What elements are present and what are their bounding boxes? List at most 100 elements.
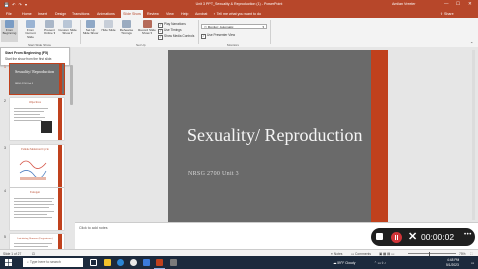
editor-scrollbar[interactable] [472,50,475,220]
slide-thumbnail-2[interactable]: Objectives [10,98,64,140]
cancel-recording-icon[interactable]: ✕ [408,230,417,243]
slide-thumbnail-4[interactable]: Estrogen [10,188,64,230]
collapse-ribbon-icon[interactable]: ⌃ [470,41,473,46]
tab-insert[interactable]: Insert [38,12,47,16]
edge-icon[interactable] [117,259,124,266]
thumbnail-title: Female Menstrual Cycle [21,148,49,151]
slide-counter: Slide 1 of 27 [3,251,22,256]
stop-icon[interactable] [376,233,383,240]
tab-file[interactable]: File [6,12,12,16]
tab-animations[interactable]: Animations [97,12,115,16]
tab-slide-show[interactable]: Slide Show [121,10,143,18]
share-button[interactable]: ⇧ Share [440,12,454,16]
accessibility-icon[interactable]: ⊡ [32,252,35,256]
windows-taskbar: ⌕ Type here to search ☁ 59°F Cloudy ⌃ ▭ … [0,256,478,269]
rehearse-timings-button[interactable]: Rehearse Timings [117,20,136,36]
from-beginning-button[interactable]: From Beginning [1,20,18,42]
tab-design[interactable]: Design [55,12,66,16]
setup-icon [86,20,95,28]
clock-date[interactable]: 5/1/2023 [446,263,459,267]
tab-home[interactable]: Home [22,12,32,16]
zoom-slider-thumb[interactable] [429,251,431,256]
weather-widget[interactable]: ☁ 59°F Cloudy [333,261,355,265]
thumbnail-title: Luteinizing Hormone (Progesterone) [17,237,53,240]
set-up-slide-show-button[interactable]: Set Up Slide Show [82,20,99,36]
zoom-slider[interactable] [408,253,456,254]
record-icon [142,20,152,28]
system-tray-icons[interactable]: ⌃ ▭ ◊ ♪ [374,261,386,265]
fit-to-window-icon[interactable]: ⛶ [470,252,472,256]
notification-icon[interactable]: ▭ [471,261,474,265]
tell-me-search[interactable]: ♀ Tell me what you want to do [213,12,261,16]
recording-timer: 00:00:02 [421,232,455,242]
more-options-icon[interactable]: ••• [464,232,472,238]
clock-time[interactable]: 4:48 PM [447,258,459,262]
slideshow-start-icon [5,20,14,28]
comments-button[interactable]: ▭ Comments [351,252,371,256]
tooltip-body: Start the show from the first slide. [5,57,53,61]
tab-help[interactable]: Help [181,12,188,16]
ribbon-tabs: File Home Insert Design Transitions Anim… [0,9,478,18]
file-explorer-icon[interactable] [104,259,111,266]
pause-icon[interactable] [391,231,402,243]
thumbnail-number: 2 [4,99,6,103]
tab-review[interactable]: Review [147,12,159,16]
chrome-icon[interactable] [130,259,137,266]
title-bar: 💾 ↶ ↷ ▾ Unit 3 PPT_Sexuality & Reproduct… [0,0,478,9]
current-slide[interactable]: Sexuality/ Reproduction NRSG 2700 Unit 3 [168,50,388,222]
windows-start-icon[interactable] [5,259,12,266]
slide-subtitle[interactable]: NRSG 2700 Unit 3 [188,171,239,177]
user-name[interactable]: Amilan Vreeler [392,2,415,6]
thumbnail-number: 3 [4,146,6,150]
tab-transitions[interactable]: Transitions [72,12,89,16]
thumbnail-number: 4 [4,189,6,193]
group-separator [270,20,271,44]
slide-thumbnail-5[interactable]: Luteinizing Hormone (Progesterone) [10,234,64,249]
maximize-button[interactable]: ☐ [456,1,460,7]
thumbnail-title: Objectives [29,101,41,104]
play-narrations-checkbox[interactable]: ✓ Play Narrations [158,22,186,28]
hide-slide-button[interactable]: Hide Slide [100,20,117,32]
thumbnail-title: Estrogen [30,191,40,194]
custom-show-icon [63,20,72,28]
tab-acrobat[interactable]: Acrobat [195,12,207,16]
use-timings-checkbox[interactable]: ✓ Use Timings [158,28,182,34]
notes-button[interactable]: ≡ Notes [331,252,342,256]
thumbnail-title: Sexuality/ Reproduction [15,69,54,74]
ribbon: From Beginning From Current Slide Presen… [0,18,478,48]
hide-slide-icon [104,20,113,28]
thumbnail-scrollbar[interactable] [70,65,73,105]
slide-thumbnail-1[interactable]: Sexuality/ Reproduction NRSG 2700 Unit 3 [10,64,64,94]
minimize-button[interactable]: — [444,1,449,6]
stopwatch-icon [122,20,131,28]
close-button[interactable]: ✕ [468,1,472,7]
use-presenter-view-checkbox[interactable]: ✓ Use Presenter View [201,33,235,39]
zoom-level[interactable]: 75% [459,252,466,256]
powerpoint-icon[interactable] [156,259,163,266]
monitor-dropdown[interactable]: ▭ Monitor: Automatic ▾ [201,24,267,29]
slideshow-current-icon [26,20,35,28]
thumbnail-image [41,121,52,133]
slide-thumbnail-3[interactable]: Female Menstrual Cycle [10,145,64,187]
thumbnail-subtitle: NRSG 2700 Unit 3 [15,83,34,85]
custom-slide-show-button[interactable]: Custom Slide Show ▾ [58,20,77,36]
task-view-icon[interactable] [90,259,97,266]
taskbar-search[interactable]: ⌕ Type here to search [23,258,83,267]
tab-view[interactable]: View [166,12,174,16]
recording-toolbar: ✕ 00:00:02 ••• [371,228,475,246]
normal-view-icon[interactable]: ▣ ▦ ▤ ▭ [379,252,394,256]
active-app-indicator [154,267,165,269]
store-icon[interactable] [143,259,150,266]
present-online-button[interactable]: Present Online ▾ [41,20,58,36]
thumbnail-number: 1 [4,65,6,69]
record-slide-show-button[interactable]: Record Slide Show ▾ [137,20,157,36]
chevron-down-icon: ▾ [262,25,264,29]
group-separator [198,20,199,44]
slide-title[interactable]: Sexuality/ Reproduction [187,126,367,145]
thumbnail-number: 5 [4,235,6,239]
show-media-controls-checkbox[interactable]: ✓ Show Media Controls [158,34,194,40]
group-separator [80,20,81,44]
app-icon[interactable] [170,259,177,266]
menstrual-cycle-diagram [18,155,48,183]
from-current-slide-button[interactable]: From Current Slide [22,20,39,39]
